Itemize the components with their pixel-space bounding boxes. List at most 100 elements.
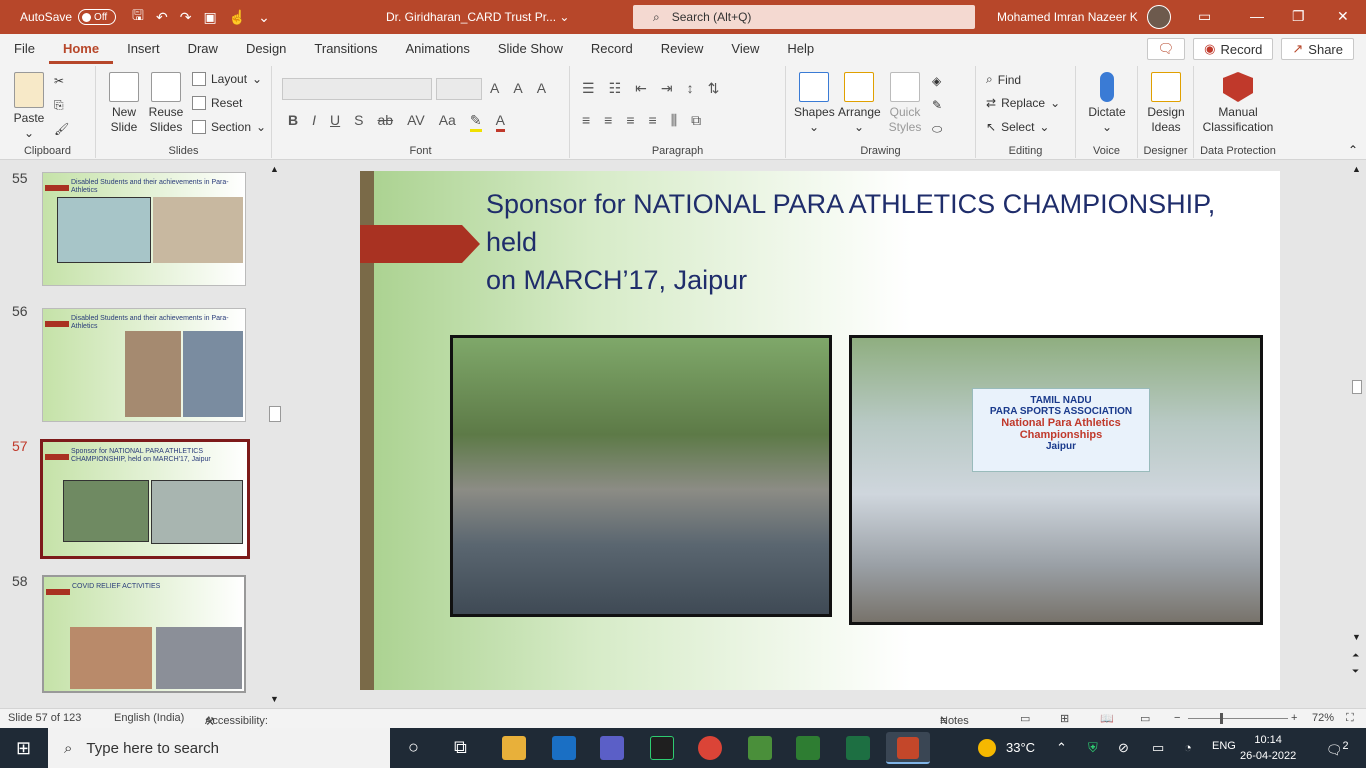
align-left-icon[interactable]: ≡: [582, 112, 590, 129]
change-case-icon[interactable]: Aa: [439, 112, 456, 132]
collapse-ribbon-icon[interactable]: ⌃: [1348, 143, 1358, 157]
system-clock[interactable]: 10:14 26-04-2022: [1240, 732, 1296, 764]
italic-icon[interactable]: I: [312, 112, 316, 132]
wifi-icon[interactable]: ◔: [1184, 740, 1192, 755]
columns-icon[interactable]: ⫼: [671, 112, 677, 129]
network-status-icon[interactable]: ⊘: [1118, 740, 1129, 756]
scroll-down-icon[interactable]: ▼: [270, 694, 279, 704]
font-size-input[interactable]: [436, 78, 482, 100]
bold-icon[interactable]: B: [288, 112, 298, 132]
security-icon[interactable]: ⛨: [1088, 740, 1098, 756]
customize-qat-icon[interactable]: ⌄: [258, 9, 270, 26]
design-ideas-button[interactable]: Design Ideas: [1142, 72, 1190, 135]
touch-mode-icon[interactable]: ☝: [229, 9, 246, 26]
reset-button[interactable]: Reset: [192, 96, 242, 110]
tab-transitions[interactable]: Transitions: [300, 34, 391, 64]
clear-format-icon[interactable]: A: [537, 80, 546, 96]
paste-button[interactable]: Paste ⌄: [10, 72, 48, 141]
font-color-icon[interactable]: A: [495, 112, 505, 132]
temperature[interactable]: 33°C: [1006, 740, 1035, 755]
scroll-thumb[interactable]: [1352, 380, 1362, 394]
numbering-icon[interactable]: ☷: [609, 80, 622, 97]
photo-wheelchair-distribution[interactable]: [450, 335, 832, 617]
tab-review[interactable]: Review: [647, 34, 718, 64]
pycharm-icon[interactable]: [650, 736, 674, 760]
present-icon[interactable]: ▣: [203, 9, 216, 26]
previous-slide-icon[interactable]: ⏶: [1352, 650, 1359, 661]
scroll-up-icon[interactable]: ▲: [270, 164, 279, 174]
task-view-icon[interactable]: ⧉: [454, 737, 467, 758]
zoom-slider-handle[interactable]: [1220, 713, 1223, 724]
strikethrough-icon[interactable]: ab: [377, 112, 393, 132]
close-icon[interactable]: ✕: [1337, 8, 1349, 25]
windows-start-icon[interactable]: ⊞: [16, 738, 31, 759]
shadow-icon[interactable]: S: [354, 112, 363, 132]
share-button[interactable]: ↗ Share: [1281, 38, 1354, 60]
cut-icon[interactable]: ✂: [54, 74, 64, 88]
smartart-icon[interactable]: ⧉: [691, 112, 701, 129]
tab-record[interactable]: Record: [577, 34, 647, 64]
scroll-thumb[interactable]: [269, 406, 281, 422]
justify-icon[interactable]: ≡: [649, 112, 657, 129]
undo-icon[interactable]: ↶: [156, 9, 168, 26]
tab-help[interactable]: Help: [773, 34, 828, 64]
highlight-icon[interactable]: ✎: [469, 112, 482, 132]
zoom-slider[interactable]: [1188, 713, 1288, 724]
next-slide-icon[interactable]: ⏷: [1352, 666, 1359, 677]
tab-draw[interactable]: Draw: [174, 34, 232, 64]
line-spacing-icon[interactable]: ↕: [687, 80, 694, 97]
weather-icon[interactable]: [978, 739, 996, 757]
shape-effects-icon[interactable]: ⬭: [932, 122, 942, 137]
fit-to-window-icon[interactable]: ⛶: [1346, 712, 1354, 725]
quick-styles-button[interactable]: Quick Styles: [884, 72, 926, 135]
tab-animations[interactable]: Animations: [392, 34, 484, 64]
powerpoint-icon[interactable]: [886, 732, 930, 764]
section-button[interactable]: Section ⌄: [192, 120, 266, 134]
search-box[interactable]: ⌕ Search (Alt+Q): [633, 5, 975, 29]
current-slide[interactable]: Sponsor for NATIONAL PARA ATHLETICS CHAM…: [360, 171, 1280, 690]
comments-button[interactable]: 🗨: [1146, 38, 1186, 60]
slideshow-icon[interactable]: ▭: [1140, 712, 1150, 725]
outlook-icon[interactable]: [552, 736, 576, 760]
tab-design[interactable]: Design: [232, 34, 300, 64]
slide-thumbnail-57[interactable]: Sponsor for NATIONAL PARA ATHLETICS CHAM…: [40, 439, 250, 559]
language-status[interactable]: English (India): [114, 712, 184, 724]
zoom-in-icon[interactable]: +: [1291, 712, 1297, 724]
save-icon[interactable]: 🖫: [132, 5, 144, 29]
show-hidden-icons-icon[interactable]: ⌃: [1056, 740, 1067, 756]
new-slide-button[interactable]: New Slide: [106, 72, 142, 135]
shapes-button[interactable]: Shapes ⌄: [794, 72, 835, 135]
autosave-toggle[interactable]: AutoSave Off: [20, 9, 117, 25]
increase-font-icon[interactable]: A: [490, 80, 499, 96]
slide-sorter-icon[interactable]: ⊞: [1060, 712, 1069, 725]
tab-slide-show[interactable]: Slide Show: [484, 34, 577, 64]
reading-view-icon[interactable]: 📖: [1100, 712, 1114, 725]
slide-thumbnail-58[interactable]: COVID RELIEF ACTIVITIES: [42, 575, 246, 693]
zoom-level[interactable]: 72%: [1312, 712, 1334, 724]
taskbar-search[interactable]: ⌕ Type here to search: [48, 728, 390, 768]
scroll-down-icon[interactable]: ▼: [1352, 632, 1361, 642]
increase-indent-icon[interactable]: ⇥: [661, 80, 673, 97]
tab-insert[interactable]: Insert: [113, 34, 174, 64]
teams-icon[interactable]: [600, 736, 624, 760]
chart-app-icon[interactable]: [796, 736, 820, 760]
decrease-font-icon[interactable]: A: [513, 80, 522, 96]
scroll-up-icon[interactable]: ▲: [1352, 164, 1361, 174]
slide-scrollbar[interactable]: ▲ ▼ ⏶ ⏷: [1350, 164, 1364, 684]
shape-fill-icon[interactable]: ◈: [932, 74, 941, 88]
avatar[interactable]: [1147, 5, 1171, 29]
redo-icon[interactable]: ↷: [180, 9, 192, 26]
slide-thumbnail-56[interactable]: Disabled Students and their achievements…: [42, 308, 246, 422]
zoom-out-icon[interactable]: −: [1174, 712, 1180, 724]
tab-file[interactable]: File: [0, 34, 49, 64]
document-title[interactable]: Dr. Giridharan_CARD Trust Pr... ⌄: [386, 10, 569, 24]
ribbon-display-icon[interactable]: ▭: [1198, 8, 1211, 25]
manual-classification-button[interactable]: Manual Classification: [1198, 72, 1278, 135]
bullets-icon[interactable]: ☰: [582, 80, 595, 97]
align-right-icon[interactable]: ≡: [626, 112, 634, 129]
file-explorer-icon[interactable]: [502, 736, 526, 760]
align-center-icon[interactable]: ≡: [604, 112, 612, 129]
decrease-indent-icon[interactable]: ⇤: [635, 80, 647, 97]
find-button[interactable]: ⌕ Find: [986, 72, 1021, 87]
snipping-tool-icon[interactable]: [748, 736, 772, 760]
